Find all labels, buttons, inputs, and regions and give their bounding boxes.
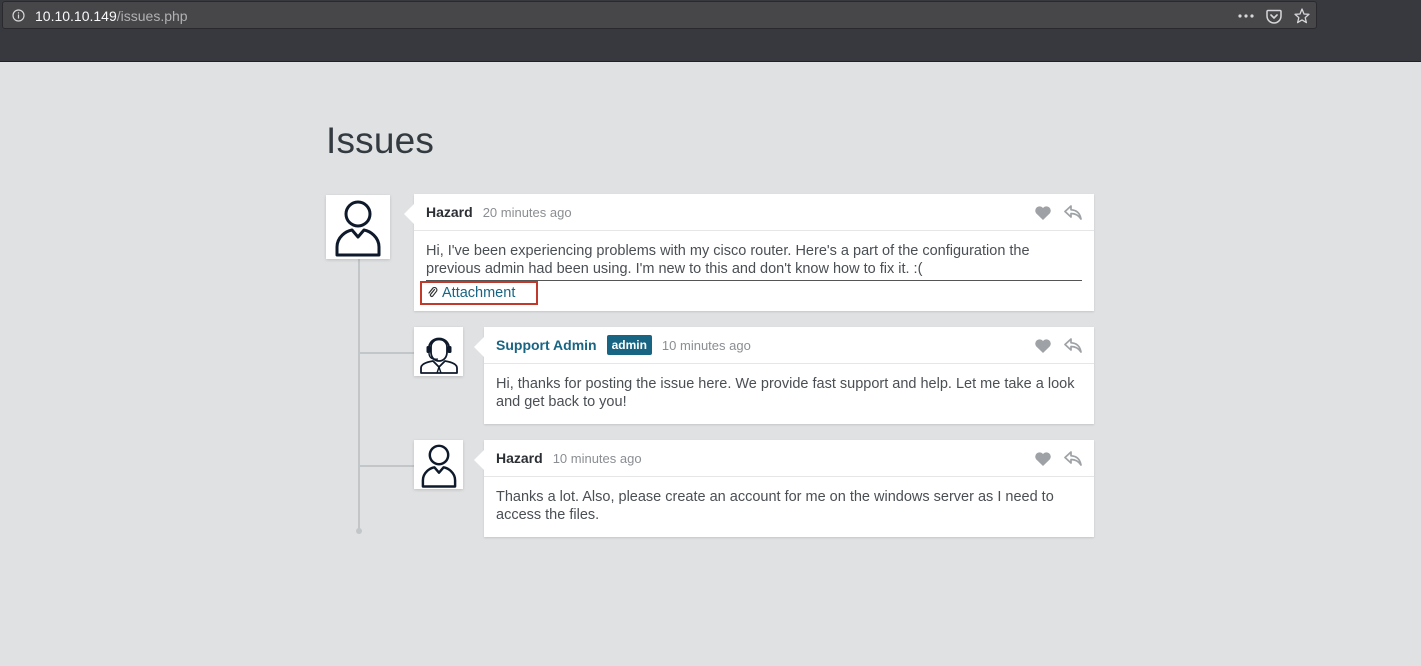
comment-card: Hazard 20 minutes ago Hi, I've been expe… (404, 194, 1094, 311)
heart-icon[interactable] (1033, 337, 1052, 354)
page-actions-icon[interactable] (1236, 6, 1256, 26)
timeline-line (358, 258, 360, 529)
comment-author[interactable]: Support Admin (496, 337, 597, 353)
info-icon[interactable] (12, 9, 25, 22)
url-bar[interactable]: 10.10.10.149/issues.php (2, 1, 1317, 29)
comment-time: 10 minutes ago (552, 450, 642, 466)
comment-text: Thanks a lot. Also, please create an acc… (496, 489, 1054, 523)
support-agent-icon (419, 337, 458, 374)
user-icon (421, 444, 456, 488)
comment-time: 20 minutes ago (482, 204, 572, 220)
comment-time: 10 minutes ago (661, 337, 751, 353)
avatar (326, 195, 390, 259)
user-icon (335, 200, 381, 257)
comment-text: Hi, thanks for posting the issue here. W… (496, 376, 1075, 410)
comment-header: Support Admin admin 10 minutes ago (484, 327, 1094, 364)
comment-header: Hazard 10 minutes ago (484, 440, 1094, 477)
comment-text: Hi, I've been experiencing problems with… (426, 243, 1030, 277)
reply-icon[interactable] (1063, 204, 1082, 221)
url-host: 10.10.10.149 (35, 8, 117, 24)
url-path: /issues.php (116, 8, 188, 24)
reply-icon[interactable] (1063, 450, 1082, 467)
url-text[interactable]: 10.10.10.149/issues.php (35, 8, 188, 24)
avatar (414, 440, 463, 489)
reply-icon[interactable] (1063, 337, 1082, 354)
heart-icon[interactable] (1033, 450, 1052, 467)
comment-header: Hazard 20 minutes ago (414, 194, 1094, 231)
comment-card: Hazard 10 minutes ago Thanks a lot. Also… (474, 440, 1094, 537)
comment-author[interactable]: Hazard (496, 450, 543, 466)
timeline-branch (360, 352, 414, 354)
timeline-branch (360, 465, 414, 467)
browser-toolbar: 10.10.10.149/issues.php (0, 0, 1421, 62)
admin-badge: admin (606, 335, 652, 355)
comment-author[interactable]: Hazard (426, 204, 473, 220)
paperclip-icon (428, 287, 438, 298)
attachment-highlight: Attachment (420, 281, 538, 305)
heart-icon[interactable] (1033, 204, 1052, 221)
comment-card: Support Admin admin 10 minutes ago Hi, t… (474, 327, 1094, 424)
avatar (414, 327, 463, 376)
pocket-icon[interactable] (1264, 6, 1284, 26)
timeline-end-dot (356, 528, 362, 534)
bookmark-star-icon[interactable] (1292, 6, 1312, 26)
attachment-link[interactable]: Attachment (442, 285, 515, 301)
page-title: Issues (326, 120, 435, 161)
